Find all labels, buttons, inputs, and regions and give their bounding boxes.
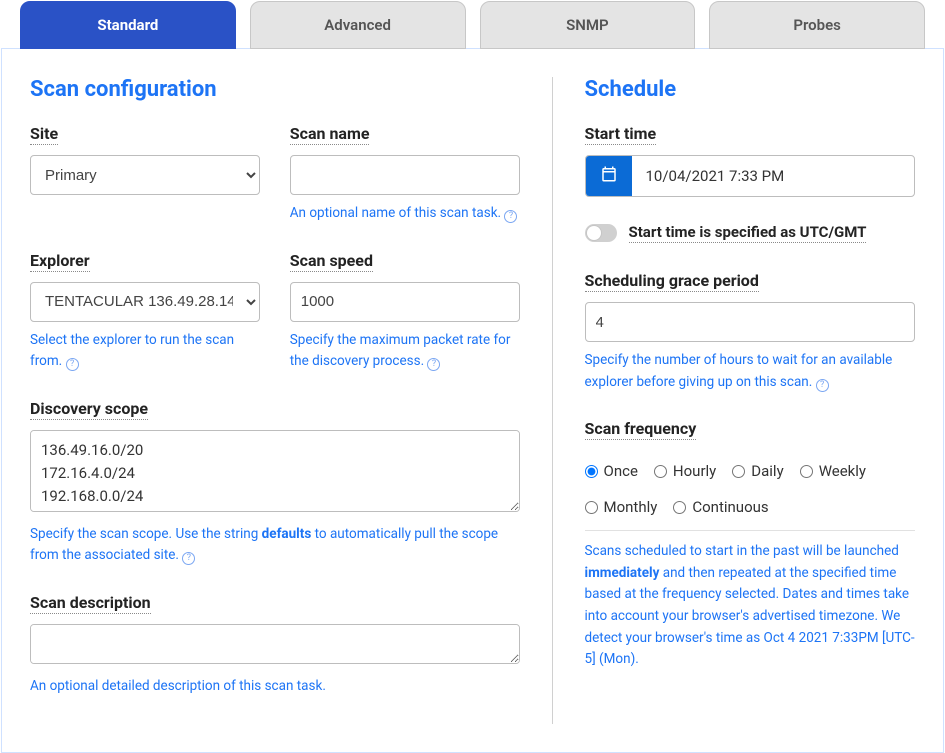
grace-period-label: Scheduling grace period — [585, 271, 759, 292]
start-time-value[interactable]: 10/04/2021 7:33 PM — [632, 156, 915, 196]
help-icon[interactable]: ? — [427, 358, 440, 371]
scan-frequency-label: Scan frequency — [585, 419, 697, 440]
utc-toggle-label: Start time is specified as UTC/GMT — [629, 223, 867, 243]
scan-speed-label: Scan speed — [290, 251, 373, 272]
start-time-label: Start time — [585, 124, 657, 145]
grace-period-input[interactable] — [585, 302, 916, 342]
freq-option-continuous[interactable]: Continuous — [673, 498, 768, 516]
scan-description-label: Scan description — [30, 593, 151, 614]
utc-toggle[interactable] — [585, 224, 617, 242]
tab-probes[interactable]: Probes — [709, 1, 925, 49]
freq-option-weekly[interactable]: Weekly — [800, 462, 866, 480]
freq-option-once[interactable]: Once — [585, 462, 638, 480]
scan-name-help: An optional name of this scan task. — [290, 205, 501, 221]
discovery-scope-label: Discovery scope — [30, 399, 148, 420]
frequency-footnote-prefix: Scans scheduled to start in the past wil… — [585, 543, 899, 559]
tab-advanced[interactable]: Advanced — [250, 1, 466, 49]
scan-config-heading: Scan configuration — [30, 77, 520, 102]
help-icon[interactable]: ? — [66, 358, 79, 371]
help-icon[interactable]: ? — [504, 210, 517, 223]
scan-speed-input[interactable] — [290, 282, 520, 322]
site-label: Site — [30, 124, 58, 145]
scan-speed-help: Specify the maximum packet rate for the … — [290, 332, 511, 370]
tab-standard[interactable]: Standard — [20, 1, 236, 49]
explorer-select[interactable]: TENTACULAR 136.49.28.14 — [30, 282, 260, 322]
scan-description-help: An optional detailed description of this… — [30, 676, 520, 698]
explorer-label: Explorer — [30, 251, 90, 272]
freq-option-hourly[interactable]: Hourly — [654, 462, 716, 480]
tab-bar: Standard Advanced SNMP Probes — [0, 0, 945, 48]
freq-option-daily[interactable]: Daily — [732, 462, 783, 480]
discovery-scope-input[interactable] — [30, 430, 520, 512]
discovery-scope-help-prefix: Specify the scan scope. Use the string — [30, 526, 262, 542]
tab-snmp[interactable]: SNMP — [480, 1, 696, 49]
scan-name-input[interactable] — [290, 155, 520, 195]
discovery-scope-help-bold: defaults — [262, 526, 312, 542]
help-icon[interactable]: ? — [816, 379, 829, 392]
calendar-button[interactable] — [586, 156, 632, 196]
calendar-icon — [600, 165, 618, 187]
scan-name-label: Scan name — [290, 124, 370, 145]
schedule-heading: Schedule — [585, 77, 916, 102]
scan-description-input[interactable] — [30, 624, 520, 664]
grace-period-help: Specify the number of hours to wait for … — [585, 352, 893, 390]
frequency-footnote-bold: immediately — [585, 565, 660, 581]
site-select[interactable]: Primary — [30, 155, 260, 195]
help-icon[interactable]: ? — [182, 552, 195, 565]
explorer-help: Select the explorer to run the scan from… — [30, 332, 234, 370]
scan-frequency-options: Once Hourly Daily Weekly Monthly Continu… — [585, 462, 916, 516]
freq-option-monthly[interactable]: Monthly — [585, 498, 658, 516]
